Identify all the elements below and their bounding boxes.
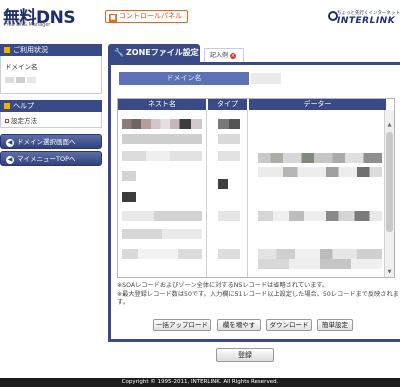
help-section-title: ヘルプ: [0, 100, 102, 112]
control-panel-label: コントロールパネル: [119, 12, 182, 20]
usage-section-title: ご利用状況: [0, 44, 102, 56]
tab-zone-label: ZONEファイル設定: [125, 48, 199, 57]
mymenu-top-button[interactable]: ◀ マイメニューTOPへ: [0, 151, 102, 166]
save-button[interactable]: 登録: [216, 348, 274, 362]
easy-setup-button[interactable]: 簡単設定: [317, 319, 353, 331]
link-bullet-icon: [5, 119, 9, 123]
arrow-left-icon: ◀: [6, 139, 14, 147]
domain-name-redacted: [5, 77, 97, 85]
domain-field-value-redacted: [251, 73, 281, 84]
download-button[interactable]: ダウンロード: [266, 319, 312, 331]
record-grid[interactable]: ネスト名 タイプ データー ▲ ▼: [117, 98, 395, 278]
note-record-limit: ※最大登録レコード数は50です。入力欄に51レコード以上設定した場合、50レコー…: [117, 291, 399, 306]
sidebar: ご利用状況 ドメイン名 ヘルプ 設定方法 ◀ ドメイン選択画面へ ◀ マイメニューT…: [0, 44, 102, 168]
column-header-data: データー: [248, 99, 386, 110]
scroll-up-icon[interactable]: ▲: [386, 122, 393, 129]
mymenu-top-label: マイメニューTOPへ: [17, 155, 76, 163]
tab-zone-file-settings[interactable]: 🔧 ZONEファイル設定: [108, 44, 200, 62]
help-title-text: ヘルプ: [13, 102, 34, 110]
section-marker-icon: [4, 103, 10, 109]
tab-example[interactable]: 記入例 ×: [204, 48, 244, 62]
scroll-thumb[interactable]: [386, 132, 393, 232]
action-buttons: 一括アップロード 欄を増やす ダウンロード 簡単設定: [111, 319, 400, 331]
help-box: 設定方法: [0, 112, 102, 128]
column-header-type: タイプ: [207, 99, 247, 110]
zone-panel: ドメイン名 ネスト名 タイプ データー ▲ ▼ ※SOAレコードおよびゾーン全体…: [108, 62, 400, 342]
column-header-host: ネスト名: [118, 99, 206, 110]
close-icon: ×: [230, 53, 237, 59]
usage-status-box: ドメイン名: [0, 56, 102, 94]
bulk-upload-button[interactable]: 一括アップロード: [153, 319, 211, 331]
arrow-left-icon: ◀: [6, 156, 14, 164]
wrench-icon: 🔧: [114, 48, 124, 57]
tab-example-label: 記入例: [210, 52, 229, 59]
nav-buttons: ◀ ドメイン選択画面へ ◀ マイメニューTOPへ: [0, 134, 102, 166]
help-link[interactable]: 設定方法: [11, 117, 37, 125]
brand-name[interactable]: INTERLINK: [337, 16, 395, 26]
usage-title-text: ご利用状況: [13, 46, 48, 54]
scroll-down-icon[interactable]: ▼: [386, 269, 393, 276]
add-rows-button[interactable]: 欄を増やす: [217, 319, 261, 331]
note-soa-omitted: ※SOAレコードおよびゾーン全体に対するNSレコードは省略されています。: [117, 282, 329, 289]
domain-select-button[interactable]: ◀ ドメイン選択画面へ: [0, 134, 102, 149]
grid-scrollbar[interactable]: ▲ ▼: [384, 110, 394, 277]
domain-name-label: ドメイン名: [5, 63, 38, 71]
control-panel-icon: ■: [109, 14, 117, 22]
logo-subtitle: Free DNS Manager: [4, 22, 51, 28]
control-panel-button[interactable]: ■ コントロールパネル: [105, 10, 188, 23]
section-marker-icon: [4, 47, 10, 53]
domain-select-label: ドメイン選択画面へ: [17, 138, 76, 146]
header: 無料DNS Free DNS Manager ■ コントロールパネル ちょっと先行…: [0, 0, 400, 34]
domain-field-label: ドメイン名: [119, 72, 249, 85]
footer: Copyright © 1995-2011, INTERLINK. All Ri…: [0, 378, 400, 387]
